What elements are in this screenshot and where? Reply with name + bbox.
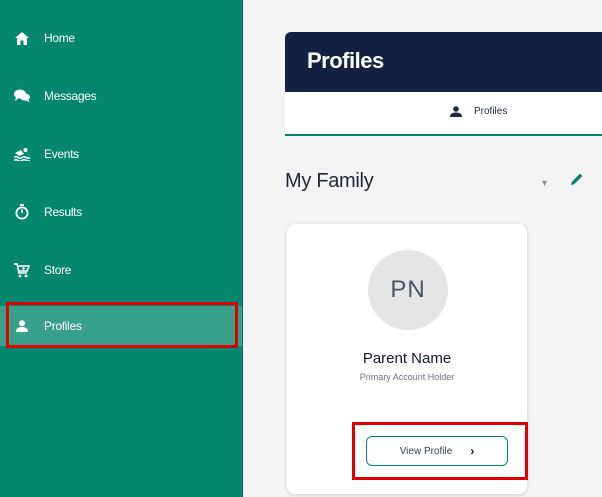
chat-icon <box>14 88 30 104</box>
sidebar-item-home[interactable]: Home <box>0 18 242 58</box>
sidebar-item-store[interactable]: Store <box>0 250 242 290</box>
home-icon <box>14 30 30 46</box>
tab-underline <box>285 134 602 136</box>
tab-bar: Profiles <box>285 92 602 136</box>
view-profile-label: View Profile <box>399 445 453 457</box>
avatar: PN <box>368 250 448 330</box>
sidebar-item-label: Results <box>44 205 82 219</box>
tab-label: Profiles <box>474 106 508 117</box>
profile-card: PN Parent Name Primary Account Holder Vi… <box>287 224 527 494</box>
family-title: My Family <box>285 170 374 192</box>
chevron-right-icon: › <box>470 444 475 458</box>
app-window: Home Messages Events Results Store Profi… <box>0 0 602 497</box>
person-icon <box>14 318 30 334</box>
tab-profiles[interactable]: Profiles <box>450 106 507 117</box>
person-icon <box>450 106 462 117</box>
sidebar-item-profiles[interactable]: Profiles <box>0 306 242 346</box>
view-profile-button[interactable]: View Profile › <box>366 436 508 466</box>
sidebar-item-messages[interactable]: Messages <box>0 76 242 116</box>
sidebar-item-label: Events <box>44 147 79 161</box>
sidebar-item-label: Profiles <box>44 319 82 333</box>
swim-icon <box>14 146 30 162</box>
profile-role: Primary Account Holder <box>359 372 455 382</box>
sidebar-item-label: Home <box>44 31 75 45</box>
chevron-down-icon[interactable]: ▾ <box>542 178 547 189</box>
main-content: Profiles Profiles My Family ▾ PN Parent … <box>243 0 602 497</box>
page-title: Profiles <box>307 48 384 73</box>
sidebar-item-label: Messages <box>44 89 97 103</box>
sidebar-item-label: Store <box>44 263 72 277</box>
timer-icon <box>14 204 30 220</box>
sidebar: Home Messages Events Results Store Profi… <box>0 0 243 497</box>
cart-icon <box>14 262 30 278</box>
page-header: Profiles <box>285 32 602 92</box>
pencil-icon[interactable] <box>570 172 584 191</box>
sidebar-item-results[interactable]: Results <box>0 192 242 232</box>
sidebar-item-events[interactable]: Events <box>0 134 242 174</box>
profile-name: Parent Name <box>362 350 452 367</box>
